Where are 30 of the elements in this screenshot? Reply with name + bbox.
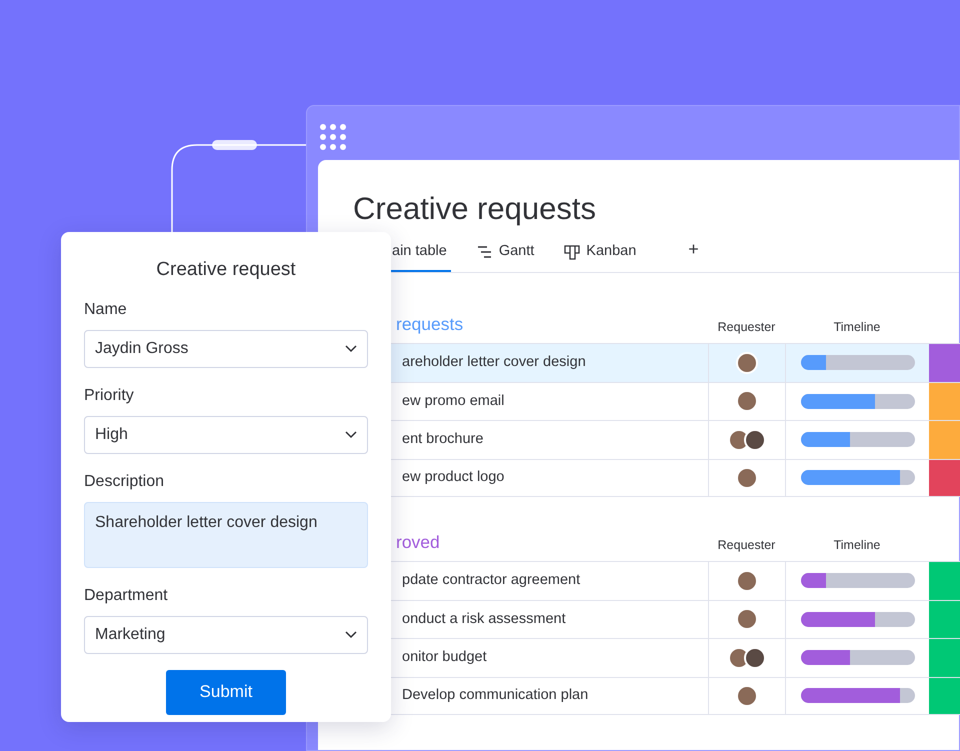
view-tab[interactable]: Gantt [472,241,538,272]
submit-button[interactable]: Submit [166,670,286,714]
view-tab[interactable]: Kanban [560,241,640,272]
kanban-icon [564,244,580,260]
list-lines-icon [476,244,493,260]
group-title: roved [395,530,441,554]
select-value: Jaydin Gross [95,338,188,358]
group-title: requests [395,312,464,336]
select-field[interactable]: Marketing [84,616,368,654]
view-tab[interactable]: + [684,236,703,272]
select-field[interactable]: High [84,416,368,454]
select-field[interactable]: Jaydin Gross [84,330,368,368]
column-header: Requester [716,537,776,554]
avatar-circle [736,352,758,374]
apps-grid-icon[interactable] [319,123,347,151]
field-label: Department [84,586,169,606]
field-label: Description [84,472,166,492]
chevron-down-icon [345,430,357,438]
board-title: Creative requests [353,190,597,228]
chevron-down-icon [345,630,357,638]
form-title: Creative request [155,258,297,282]
column-header: Requester [716,319,776,336]
select-value: High [95,424,128,444]
description-field[interactable]: Shareholder letter cover design [84,502,368,568]
select-value: Marketing [95,624,166,644]
column-header: Timeline [832,537,882,554]
column-header: Timeline [832,319,882,336]
field-label: Name [84,300,128,320]
field-label: Priority [84,386,135,406]
chevron-down-icon [345,344,357,352]
